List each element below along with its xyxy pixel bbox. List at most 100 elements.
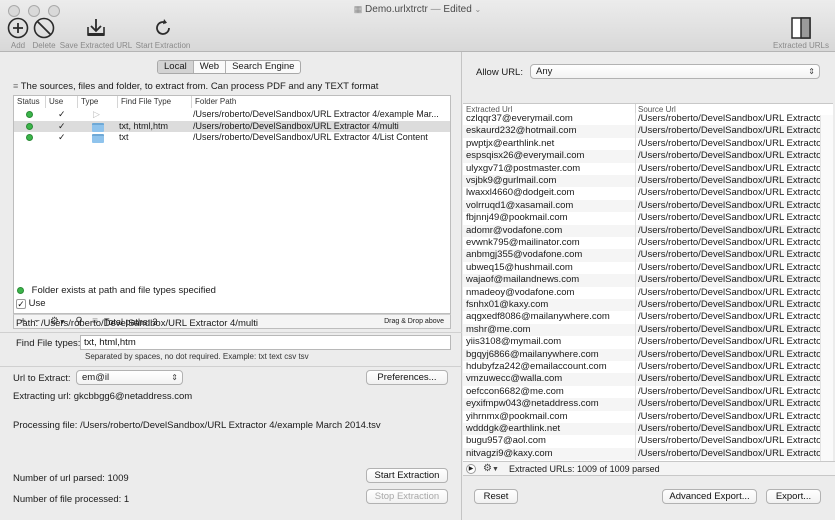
find-file-types-input[interactable] (80, 335, 451, 350)
sources-table[interactable]: Status Use Type Find File Type Folder Pa… (13, 95, 451, 314)
files-processed-count: Number of file processed: 1 (13, 494, 130, 505)
use-checkmark[interactable]: ✓ (58, 132, 66, 144)
folder-path-cell: /Users/roberto/DevelSandbox/URL Extracto… (193, 109, 439, 119)
table-row[interactable]: anbmgj355@vodafone.com/Users/roberto/Dev… (463, 249, 833, 262)
url-type-popup[interactable]: em@il ⇕ (76, 370, 183, 385)
table-row[interactable]: adomr@vodafone.com/Users/roberto/DevelSa… (463, 224, 833, 237)
use-checkbox[interactable]: ✓ Use (16, 298, 46, 309)
extracted-url-cell: wajaof@mailandnews.com (466, 274, 580, 286)
table-row[interactable]: wdddgk@earthlink.net/Users/roberto/Devel… (463, 423, 833, 436)
extracted-url-cell: adomr@vodafone.com (466, 224, 563, 236)
extracted-url-cell: yiis3108@mymail.com (466, 336, 562, 348)
column-header-type[interactable]: Type (78, 96, 118, 108)
table-row[interactable]: eskaurd232@hotmail.com/Users/roberto/Dev… (463, 125, 833, 138)
source-url-cell: /Users/roberto/DevelSandbox/URL Extracto… (635, 137, 820, 151)
extracted-urls-label: Extracted URLs (772, 41, 830, 50)
reset-button[interactable]: Reset (474, 489, 518, 504)
path-label: Path: (16, 318, 39, 329)
start-extraction-toolbar-button[interactable]: Start Extraction (133, 17, 193, 50)
checkbox-checked-icon[interactable]: ✓ (16, 299, 26, 309)
extracted-url-cell: nitvagzi9@kaxy.com (466, 447, 553, 459)
extracted-url-cell: espsqisx26@everymail.com (466, 150, 585, 162)
extracted-urls-toggle-button[interactable]: Extracted URLs (770, 17, 832, 50)
table-row[interactable]: vmzuwecc@walla.com/Users/roberto/DevelSa… (463, 373, 833, 386)
tab-local[interactable]: Local (158, 61, 194, 73)
file-types-cell: txt, html,htm (119, 120, 169, 131)
extracted-url-cell: anbmgj355@vodafone.com (466, 249, 583, 261)
extracted-summary-parsed: 1009 parsed (609, 464, 660, 474)
list-icon: ≡ (13, 81, 19, 91)
table-row[interactable]: oefccon6682@me.com/Users/roberto/DevelSa… (463, 385, 833, 399)
source-url-cell: /Users/roberto/DevelSandbox/URL Extracto… (635, 113, 820, 126)
gear-menu-button[interactable]: ⚙▼ (479, 463, 503, 475)
table-row[interactable]: nmadeoy@vodafone.com/Users/roberto/Devel… (463, 286, 833, 299)
source-url-cell: /Users/roberto/DevelSandbox/URL Extracto… (635, 249, 820, 262)
table-row[interactable]: eyxifmpw043@netaddress.com/Users/roberto… (463, 398, 833, 411)
column-header-use[interactable]: Use (46, 96, 78, 108)
url-to-extract-label: Url to Extract: (13, 373, 71, 384)
table-row[interactable]: fsnhx01@kaxy.com/Users/roberto/DevelSand… (463, 299, 833, 312)
source-url-cell: /Users/roberto/DevelSandbox/URL Extracto… (635, 398, 820, 411)
table-row[interactable]: ✓ ▷ /Users/roberto/DevelSandbox/URL Extr… (14, 109, 450, 121)
chevron-down-icon[interactable]: ⌄ (475, 5, 482, 14)
play-icon[interactable]: ▶ (466, 464, 476, 474)
use-checkmark[interactable]: ✓ (58, 109, 66, 121)
table-row[interactable]: evwnk795@mailinator.com/Users/roberto/De… (463, 237, 833, 250)
table-row[interactable]: wajaof@mailandnews.com/Users/roberto/Dev… (463, 274, 833, 287)
source-url-cell: /Users/roberto/DevelSandbox/URL Extracto… (635, 348, 820, 361)
add-button[interactable]: Add (4, 17, 32, 50)
table-row[interactable]: yihrnmx@pookmail.com/Users/roberto/Devel… (463, 410, 833, 423)
table-row[interactable]: aqgxedf8086@mailanywhere.com/Users/rober… (463, 311, 833, 324)
table-row[interactable]: pwptjx@earthlink.net/Users/roberto/Devel… (463, 137, 833, 151)
allow-url-popup[interactable]: Any ⇕ (530, 64, 820, 79)
table-row[interactable]: ulyxgv71@postmaster.com/Users/roberto/De… (463, 162, 833, 175)
table-row[interactable]: mshr@me.com/Users/roberto/DevelSandbox/U… (463, 323, 833, 337)
column-header-status[interactable]: Status (14, 96, 46, 108)
table-row[interactable]: nitvagzi9@kaxy.com/Users/roberto/DevelSa… (463, 447, 833, 461)
table-row[interactable]: bugu957@aol.com/Users/roberto/DevelSandb… (463, 435, 833, 448)
extracted-urls-table[interactable]: Extracted Url Source Url czlqqr37@everym… (463, 103, 833, 461)
column-header-file-type[interactable]: Find File Type (118, 96, 192, 108)
source-url-cell: /Users/roberto/DevelSandbox/URL Extracto… (635, 423, 820, 436)
allow-url-label: Allow URL: (476, 67, 523, 78)
table-row[interactable]: espsqisx26@everymail.com/Users/roberto/D… (463, 150, 833, 163)
table-row[interactable]: ubweq15@hushmail.com/Users/roberto/Devel… (463, 261, 833, 275)
start-extraction-button[interactable]: Start Extraction (366, 468, 448, 483)
delete-button[interactable]: Delete (30, 17, 58, 50)
stop-extraction-button[interactable]: Stop Extraction (366, 489, 448, 504)
source-url-cell: /Users/roberto/DevelSandbox/URL Extracto… (635, 162, 820, 175)
table-row[interactable]: vsjbk9@gurlmail.com/Users/roberto/DevelS… (463, 175, 833, 188)
table-row[interactable]: volrruqd1@xasamail.com/Users/roberto/Dev… (463, 199, 833, 213)
extracted-url-cell: eyxifmpw043@netaddress.com (466, 398, 599, 410)
export-button[interactable]: Export... (766, 489, 821, 504)
table-row[interactable]: hdubyfza242@emailaccount.com/Users/rober… (463, 361, 833, 374)
document-icon: ▦ (353, 4, 363, 14)
results-footer: ▶ ⚙▼ Extracted URLs: 1009 of 1009 parsed (463, 461, 835, 476)
table-row[interactable]: ✓ txt /Users/roberto/DevelSandbox/URL Ex… (14, 132, 450, 144)
use-checkmark[interactable]: ✓ (58, 121, 66, 133)
table-row[interactable]: ✓ txt, html,htm /Users/roberto/DevelSand… (14, 120, 450, 133)
folder-icon (92, 122, 104, 132)
extracted-summary-label: Extracted URLs: 1009 of (509, 464, 608, 474)
extracted-url-cell: lwaxxl4660@dodgeit.com (466, 187, 575, 199)
table-row[interactable]: fbjnnj49@pookmail.com/Users/roberto/Deve… (463, 212, 833, 225)
extracted-url-cell: vmzuwecc@walla.com (466, 373, 563, 385)
refresh-icon (133, 17, 193, 39)
table-row[interactable]: bgqyj6866@mailanywhere.com/Users/roberto… (463, 348, 833, 361)
save-extracted-url-label: Save Extracted URL (59, 41, 133, 50)
tab-search-engine[interactable]: Search Engine (226, 61, 300, 73)
folder-path-cell: /Users/roberto/DevelSandbox/URL Extracto… (193, 120, 399, 131)
save-extracted-url-button[interactable]: Save Extracted URL (58, 17, 134, 50)
results-scrollbar[interactable] (820, 115, 833, 461)
tab-web[interactable]: Web (194, 61, 227, 73)
table-row[interactable]: yiis3108@mymail.com/Users/roberto/DevelS… (463, 336, 833, 349)
source-url-cell: /Users/roberto/DevelSandbox/URL Extracto… (635, 410, 820, 423)
advanced-export-button[interactable]: Advanced Export... (662, 489, 757, 504)
preferences-button[interactable]: Preferences... (366, 370, 448, 385)
source-url-cell: /Users/roberto/DevelSandbox/URL Extracto… (635, 224, 820, 237)
column-header-folder-path[interactable]: Folder Path (192, 96, 450, 108)
processing-file-status: Processing file: /Users/roberto/DevelSan… (13, 420, 381, 431)
table-row[interactable]: czlqqr37@everymail.com/Users/roberto/Dev… (463, 113, 833, 126)
table-row[interactable]: lwaxxl4660@dodgeit.com/Users/roberto/Dev… (463, 187, 833, 200)
path-value: /Users/roberto/DevelSandbox/URL Extracto… (40, 318, 259, 329)
